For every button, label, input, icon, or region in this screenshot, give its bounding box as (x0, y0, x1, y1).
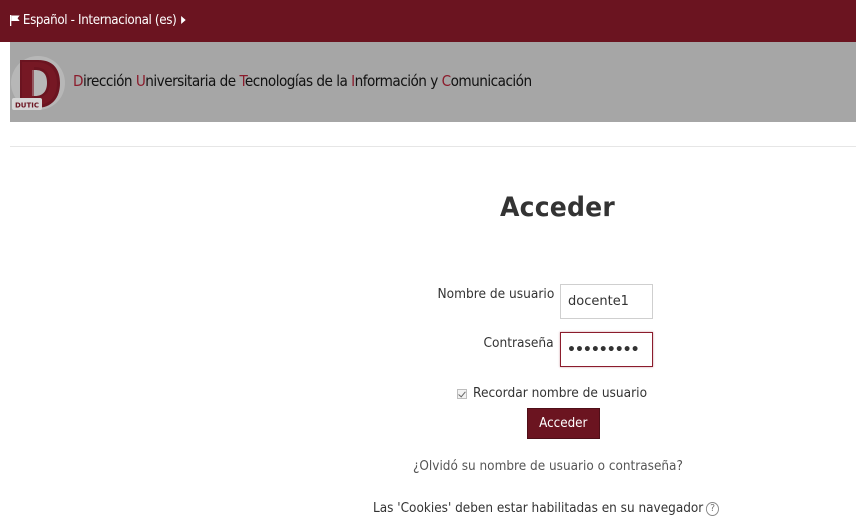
cookies-notice: Las 'Cookies' deben estar habilitadas en… (373, 501, 720, 516)
login-button-label: Acceder (539, 416, 588, 431)
banner-title: Dirección Universitaria de Tecnologías d… (73, 72, 532, 90)
remember-checkbox[interactable] (457, 388, 467, 399)
banner-title-segment: irección (82, 72, 136, 90)
login-button[interactable]: Acceder (527, 408, 600, 439)
site-banner: DUTIC Dirección Universitaria de Tecnolo… (10, 42, 856, 122)
banner-title-segment: nformación y (354, 72, 442, 90)
remember-username[interactable]: Recordar nombre de usuario (457, 386, 658, 401)
username-label: Nombre de usuario (437, 287, 554, 302)
remember-label: Recordar nombre de usuario (473, 386, 648, 401)
question-circle-icon[interactable]: ? (706, 501, 720, 516)
banner-title-initial: U (135, 72, 146, 90)
language-label: Español - Internacional (es) (22, 12, 177, 28)
page-title: Acceder (500, 192, 615, 223)
banner-title-segment: omunicación (450, 72, 533, 90)
language-menu[interactable]: Español - Internacional (es) (10, 10, 186, 30)
password-input[interactable]: ••••••••• (560, 332, 653, 367)
caret-right-icon (180, 16, 186, 24)
logo-text: DUTIC (15, 102, 39, 110)
flag-icon (10, 14, 20, 26)
header-divider (10, 146, 856, 147)
banner-title-initial: C (441, 72, 452, 90)
banner-title-initial: D (73, 72, 84, 90)
banner-title-segment: niversitaria de (145, 72, 240, 90)
top-navbar: Español - Internacional (es) (0, 0, 856, 42)
forgot-credentials-link[interactable]: ¿Olvidó su nombre de usuario o contraseñ… (413, 459, 683, 474)
password-label: Contraseña (483, 336, 554, 351)
cookies-notice-text: Las 'Cookies' deben estar habilitadas en… (373, 501, 704, 516)
banner-title-segment: ecnologías de la (244, 72, 352, 90)
dutic-logo[interactable]: DUTIC (10, 52, 66, 114)
username-input[interactable]: docente1 (560, 284, 653, 319)
